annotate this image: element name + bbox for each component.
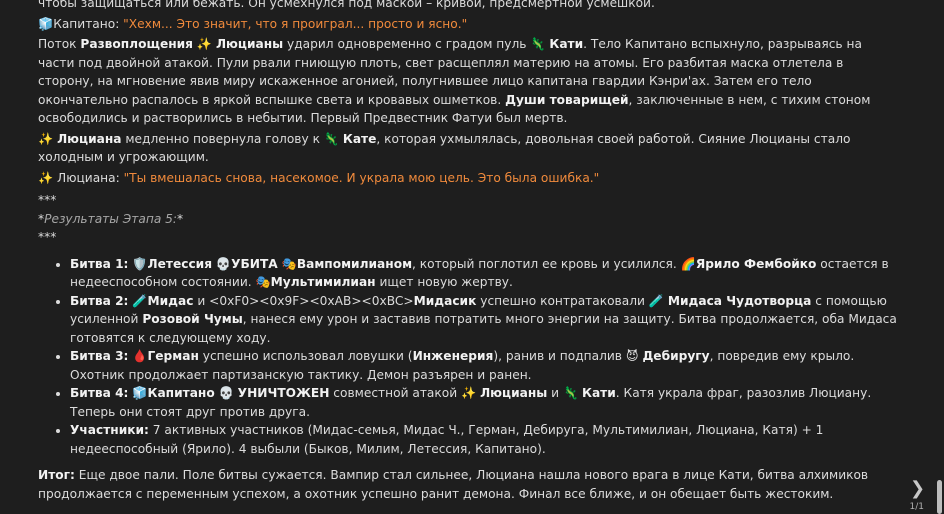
- text-fragment: Поток: [38, 37, 81, 51]
- bold-term: УБИТА: [231, 256, 278, 271]
- bold-term: Дебиругу: [642, 349, 710, 363]
- item-label: Битва 3:: [70, 349, 129, 363]
- text-fragment: и 🦎: [547, 386, 582, 400]
- paragraph-luciana-turn: ✨ Люциана медленно повернула голову к 🦎 …: [38, 130, 900, 167]
- bold-term: УНИЧТОЖЕН: [237, 386, 330, 400]
- paragraph-summary: Итог: Еще двое пали. Поле битвы сужается…: [38, 466, 900, 503]
- quote-text: "Ты вмешалась снова, насекомое. И украла…: [123, 170, 600, 185]
- bold-term: Кати: [549, 37, 584, 51]
- list-item: Битва 1: 🛡️Летессия 💀УБИТА 🎭Вампомилиано…: [70, 255, 900, 292]
- ice-cube-icon: 🧊: [38, 16, 54, 31]
- list-item: Битва 4: 🧊Капитано 💀 УНИЧТОЖЕН совместно…: [70, 384, 900, 421]
- page-counter: 1/1: [909, 502, 924, 512]
- separator: ***: [38, 193, 57, 207]
- bold-term: Люцианы: [215, 37, 284, 51]
- results-heading-line: *Результаты Этапа 5:*: [38, 211, 184, 226]
- text-fragment: медленно повернула голову к 🦎: [121, 131, 343, 146]
- summary-label: Итог:: [38, 468, 75, 482]
- story-message: чтобы защищаться или бежать. Он усмехнул…: [38, 0, 900, 503]
- bold-term: Мидас: [147, 293, 194, 308]
- text-fragment: 🧪: [128, 293, 148, 308]
- text-fragment: ищет новую жертву.: [375, 275, 513, 289]
- paragraph-captain-line: 🧊Капитано: "Хехм... Это значит, что я пр…: [38, 15, 900, 34]
- speaker-name: ✨ Люциана:: [38, 170, 124, 185]
- bold-term: Мультимилиан: [270, 275, 376, 289]
- item-label: Битва 1:: [70, 256, 129, 271]
- text-fragment: ), ранив и подпалив 😈: [493, 349, 643, 363]
- scrollbar[interactable]: [936, 0, 944, 514]
- paragraph-intro: чтобы защищаться или бежать. Он усмехнул…: [38, 0, 655, 10]
- text-fragment: 🩸: [128, 349, 148, 363]
- text-fragment: ударил одновременно с градом пуль 🦎: [283, 37, 550, 51]
- bold-term: Люцианы: [480, 386, 548, 400]
- text-fragment: успешно использовал ловушки (: [198, 349, 413, 363]
- text-fragment: , который поглотил ее кровь и усилился. …: [412, 256, 696, 271]
- chat-viewport: чтобы защищаться или бежать. Он усмехнул…: [0, 0, 944, 514]
- quote-text: "Хехм... Это значит, что я проиграл... п…: [123, 16, 468, 31]
- text-fragment: 7 активных участников (Мидас-семья, Мида…: [70, 423, 824, 456]
- item-label: Битва 4:: [70, 386, 129, 400]
- text-fragment: 🎭: [277, 256, 297, 271]
- results-heading: Результаты Этапа 5:: [44, 211, 178, 226]
- text-fragment: 💀: [214, 386, 238, 400]
- text-fragment: успешно контратаковали 🧪: [476, 293, 668, 308]
- text-fragment: совместной атакой ✨: [329, 386, 481, 400]
- text-fragment: и <0xF0><0x9F><0xAB><0xBC>: [193, 293, 414, 308]
- bold-term: Мидаса Чудотворца: [667, 293, 812, 308]
- list-item: Битва 2: 🧪Мидас и <0xF0><0x9F><0xAB><0xB…: [70, 292, 900, 348]
- bold-term: Кате: [342, 131, 377, 146]
- bold-term: Ярило Фембойко: [695, 256, 817, 271]
- list-item: Участники: 7 активных участников (Мидас-…: [70, 421, 900, 458]
- bold-term: Развоплощения: [80, 37, 193, 51]
- bold-term: Летессия: [147, 256, 213, 271]
- summary-text: Еще двое пали. Поле битвы сужается. Вамп…: [38, 468, 869, 501]
- bold-term: Розовой Чумы: [142, 312, 243, 326]
- bold-term: Души товарищей: [505, 92, 629, 107]
- text-fragment: ✨: [38, 131, 58, 146]
- chevron-right-icon[interactable]: ❯: [910, 480, 925, 498]
- bold-term: Инженерия: [412, 349, 494, 363]
- text-fragment: ✨: [193, 37, 216, 51]
- text-fragment: 💀: [212, 256, 232, 271]
- bold-term: Вампомилианом: [296, 256, 413, 271]
- bold-term: Герман: [147, 349, 199, 363]
- item-label: Участники:: [70, 423, 149, 437]
- bold-term: Мидасик: [413, 293, 477, 308]
- separator: ***: [38, 230, 57, 244]
- scrollbar-thumb[interactable]: [937, 480, 942, 514]
- paragraph-luciana-line: ✨ Люциана: "Ты вмешалась снова, насекомо…: [38, 169, 900, 188]
- paragraph-attack: Поток Развоплощения ✨ Люцианы ударил одн…: [38, 35, 900, 128]
- item-label: Битва 2:: [70, 293, 129, 308]
- battle-list: Битва 1: 🛡️Летессия 💀УБИТА 🎭Вампомилиано…: [38, 255, 900, 459]
- text-fragment: 🛡️: [128, 256, 148, 271]
- bold-term: Люциана: [57, 131, 122, 146]
- list-item: Битва 3: 🩸Герман успешно использовал лов…: [70, 347, 900, 384]
- speaker-name: Капитано:: [53, 16, 120, 31]
- bold-term: Капитано: [147, 386, 215, 400]
- bold-term: Кати: [582, 386, 616, 400]
- text-fragment: 🧊: [128, 386, 148, 400]
